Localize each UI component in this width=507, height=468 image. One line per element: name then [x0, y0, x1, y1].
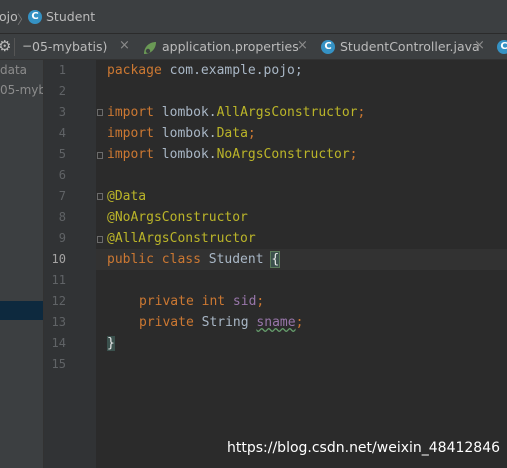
breadcrumb-class[interactable]: Student [46, 9, 95, 24]
line-number: 9 [58, 231, 66, 245]
import-class: Data [216, 126, 248, 141]
field-name: sname [256, 315, 296, 330]
field-name: sid [232, 294, 257, 309]
tab-close-icon[interactable]: × [119, 38, 130, 53]
fold-marker-icon[interactable] [97, 109, 103, 116]
class-name: Student [200, 252, 272, 267]
class-icon: C [28, 10, 42, 24]
watermark-url: https://blog.csdn.net/weixin_48412846 [227, 440, 501, 456]
line-number: 4 [58, 126, 66, 140]
code-line-5: import lombok.NoArgsConstructor; [107, 144, 357, 165]
line-number: 15 [51, 357, 66, 371]
line-number-current: 10 [51, 252, 66, 266]
keyword: private int [139, 294, 226, 309]
navigation-bar: ojo 〉 C Student [0, 0, 507, 34]
line-number: 2 [58, 84, 66, 98]
semicolon: ; [349, 147, 358, 162]
project-tree-panel: data 05-myba [0, 60, 44, 468]
breadcrumb-package[interactable]: ojo [0, 9, 18, 24]
import-class: NoArgsConstructor [216, 147, 350, 162]
tree-item-data[interactable]: data [0, 63, 27, 77]
annotation-data: @Data [107, 189, 147, 204]
semicolon: ; [357, 105, 366, 120]
keyword: import [107, 126, 154, 141]
line-number: 13 [51, 315, 66, 329]
line-number: 5 [58, 147, 66, 161]
tab-close-icon[interactable]: × [474, 38, 485, 53]
tree-selected-row[interactable] [0, 301, 43, 320]
annotation-no-args: @NoArgsConstructor [107, 210, 248, 225]
line-number: 3 [58, 105, 66, 119]
package-name: com.example.pojo; [161, 63, 303, 78]
fold-marker-icon[interactable] [97, 152, 103, 159]
keyword: private [139, 315, 194, 330]
keyword: package [107, 63, 162, 78]
line-number: 11 [51, 273, 66, 287]
keyword: public class [107, 252, 201, 267]
line-number: 8 [58, 210, 66, 224]
gear-icon[interactable]: ⚙ [0, 37, 11, 55]
code-line-14: } [107, 333, 115, 354]
class-icon: C [321, 40, 335, 54]
editor-tab-bar: ⚙ − 05-mybatis) × application.properties… [0, 34, 507, 60]
line-number: 14 [51, 336, 66, 350]
semicolon: ; [256, 294, 265, 309]
line-number: 7 [58, 189, 66, 203]
code-line-13: private String sname; [139, 312, 303, 333]
import-package: lombok. [153, 105, 217, 120]
tab-close-icon[interactable]: × [297, 38, 308, 53]
minimize-icon[interactable]: − [22, 39, 32, 53]
tree-item-module[interactable]: 05-myba [0, 83, 43, 97]
fold-marker-icon[interactable] [97, 193, 103, 200]
annotation-all-args: @AllArgsConstructor [107, 231, 256, 246]
line-number: 12 [51, 294, 66, 308]
code-line-1: package com.example.pojo; [107, 60, 303, 81]
tab-module-label[interactable]: 05-mybatis) [32, 39, 107, 54]
tab-application-properties[interactable]: application.properties [162, 39, 299, 54]
keyword: import [107, 147, 154, 162]
tab-divider [14, 38, 15, 56]
code-line-4: import lombok.Data; [107, 123, 256, 144]
type-name: String [193, 315, 257, 330]
open-brace: { [270, 251, 281, 268]
semicolon: ; [247, 126, 256, 141]
keyword: import [107, 105, 154, 120]
import-class: AllArgsConstructor [216, 105, 358, 120]
code-line-12: private int sid; [139, 291, 264, 312]
line-number: 1 [58, 63, 66, 77]
code-line-10: public class Student { [107, 249, 281, 270]
code-line-3: import lombok.AllArgsConstructor; [107, 102, 365, 123]
tab-student-controller[interactable]: StudentController.java [340, 39, 480, 54]
spring-leaf-icon [144, 42, 156, 54]
line-number: 6 [58, 168, 66, 182]
close-brace: } [107, 336, 115, 351]
semicolon: ; [295, 315, 304, 330]
class-icon: C [497, 40, 507, 54]
import-package: lombok. [153, 126, 217, 141]
import-package: lombok. [153, 147, 217, 162]
fold-marker-icon[interactable] [97, 236, 103, 243]
